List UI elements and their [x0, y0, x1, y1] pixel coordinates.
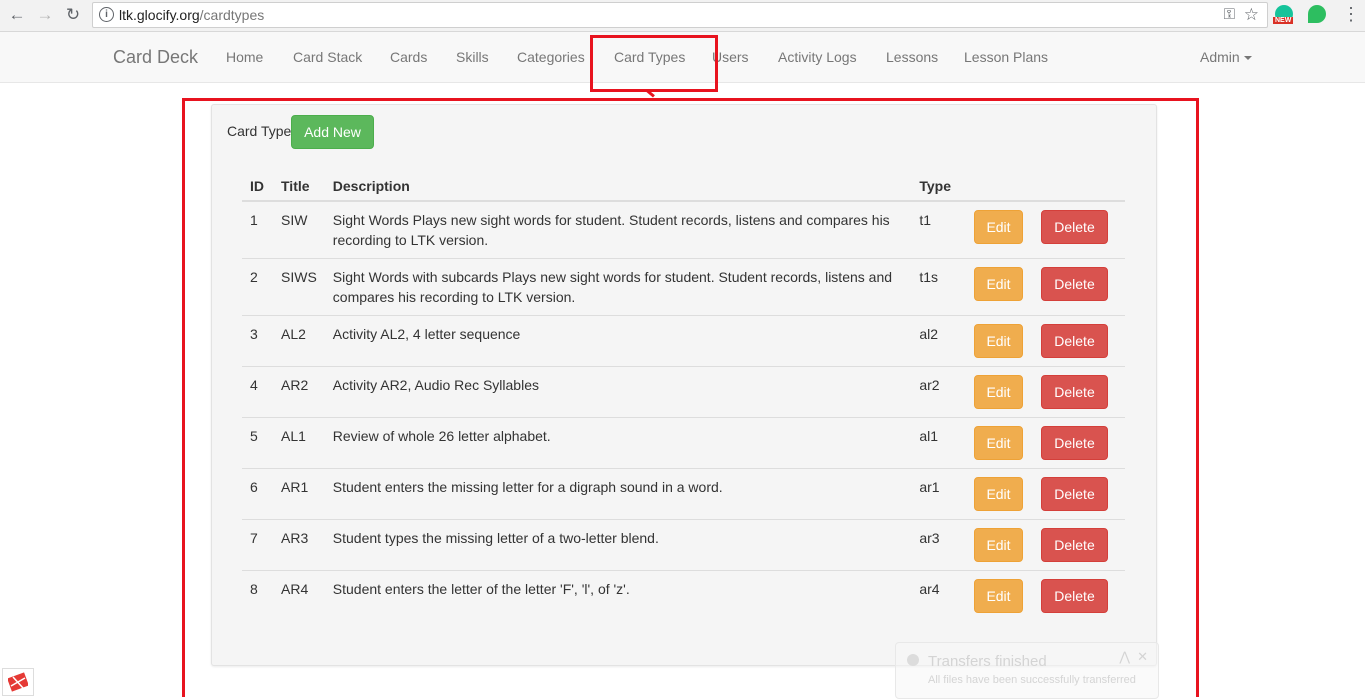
- nav-cards[interactable]: Cards: [390, 49, 427, 65]
- nav-activity-logs[interactable]: Activity Logs: [778, 49, 857, 65]
- collapse-icon[interactable]: ⋀: [1119, 649, 1130, 665]
- annotation-highlight-panel: [182, 98, 1199, 697]
- annotation-highlight-card-types: [590, 35, 718, 92]
- evernote-extension-icon[interactable]: [1308, 5, 1326, 23]
- url-host: ltk.glocify.org: [119, 7, 200, 23]
- info-icon[interactable]: i: [99, 7, 114, 22]
- toast-title: Transfers finished: [928, 653, 1047, 670]
- info-circle-icon: [907, 654, 919, 666]
- nav-categories[interactable]: Categories: [517, 49, 585, 65]
- nav-card-stack[interactable]: Card Stack: [293, 49, 362, 65]
- close-icon[interactable]: ✕: [1137, 649, 1148, 665]
- app-corner-icon[interactable]: [2, 668, 34, 696]
- admin-dropdown[interactable]: Admin: [1200, 49, 1252, 65]
- url-path: /cardtypes: [199, 7, 265, 23]
- brand-link[interactable]: Card Deck: [113, 47, 198, 68]
- nav-home[interactable]: Home: [226, 49, 263, 65]
- back-arrow-icon[interactable]: ←: [6, 4, 28, 26]
- transfers-toast: Transfers finished All files have been s…: [895, 642, 1159, 699]
- admin-label: Admin: [1200, 49, 1240, 65]
- address-bar[interactable]: i ltk.glocify.org/cardtypes ⚿ ☆: [92, 2, 1268, 28]
- nav-skills[interactable]: Skills: [456, 49, 489, 65]
- star-icon[interactable]: ☆: [1244, 5, 1259, 25]
- browser-menu-icon[interactable]: ⋮: [1342, 4, 1360, 25]
- nav-lesson-plans[interactable]: Lesson Plans: [964, 49, 1048, 65]
- forward-arrow-icon[interactable]: →: [34, 4, 56, 26]
- new-badge: NEW: [1273, 17, 1294, 24]
- caret-down-icon: [1243, 56, 1252, 61]
- logo-icon: [8, 672, 28, 692]
- key-icon[interactable]: ⚿: [1224, 6, 1235, 23]
- url-text[interactable]: ltk.glocify.org/cardtypes: [119, 7, 264, 23]
- nav-lessons[interactable]: Lessons: [886, 49, 938, 65]
- toast-message: All files have been successfully transfe…: [928, 674, 1136, 686]
- browser-toolbar: ← → ↻ i ltk.glocify.org/cardtypes ⚿ ☆ NE…: [0, 0, 1365, 32]
- reload-icon[interactable]: ↻: [62, 4, 84, 26]
